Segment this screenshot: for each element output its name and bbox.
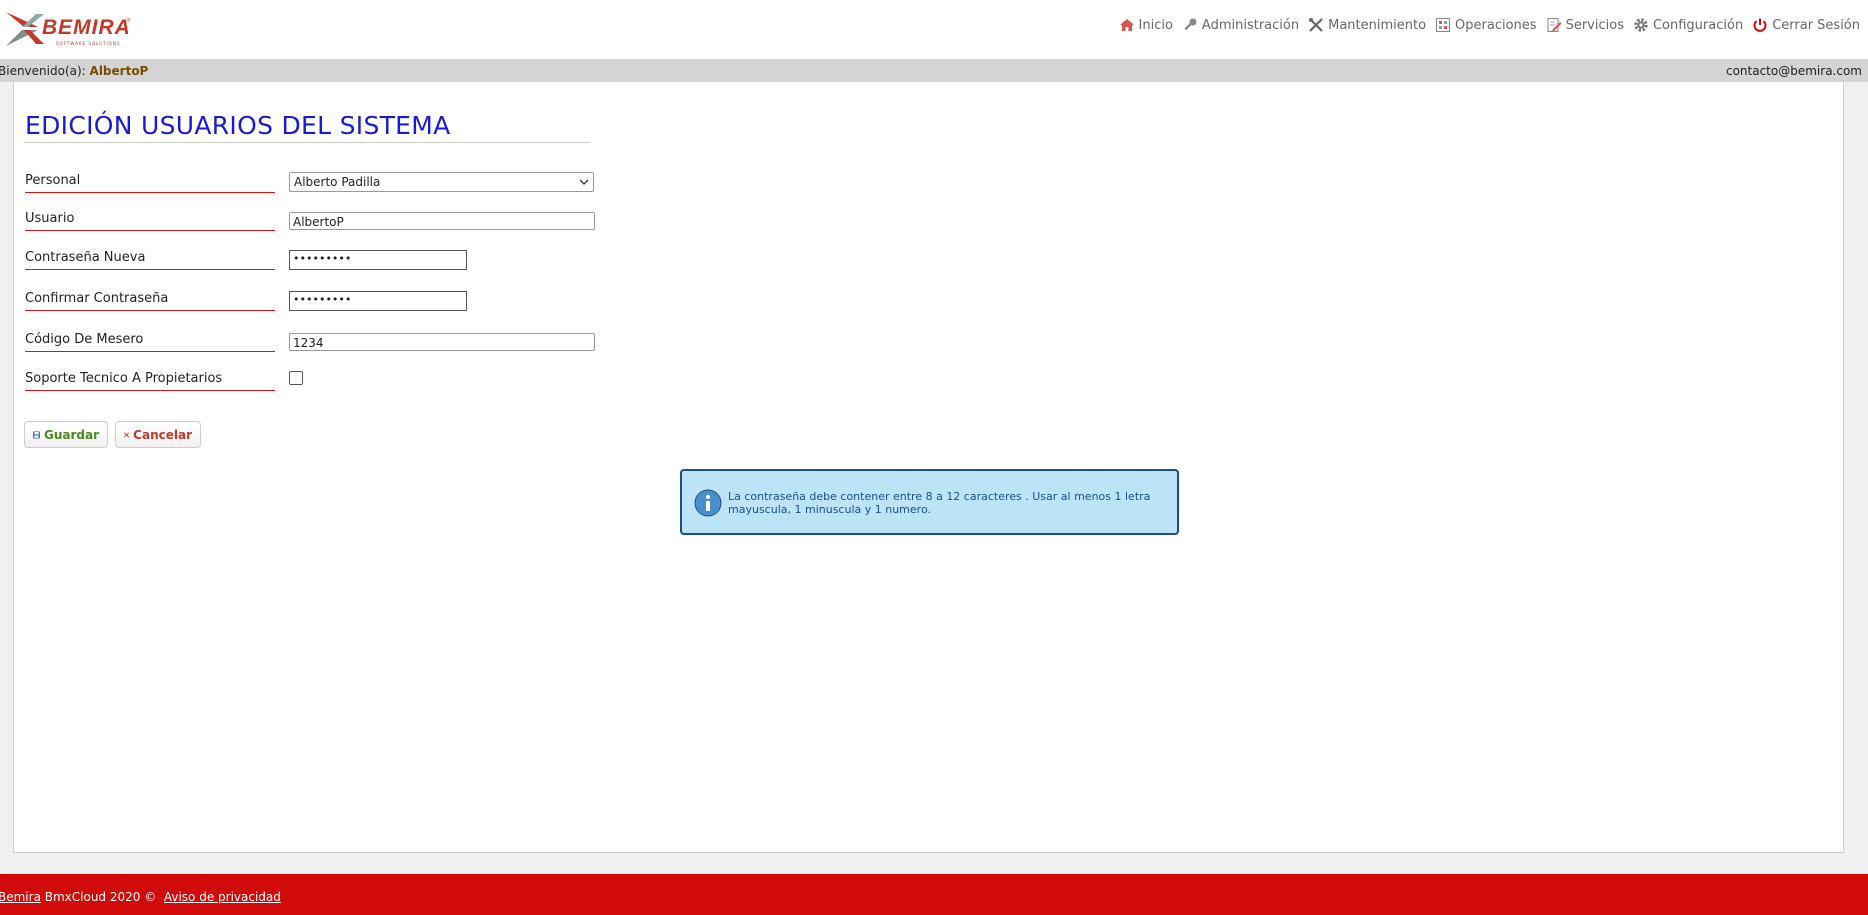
content-panel: EDICIÓN USUARIOS DEL SISTEMA Personal Al… bbox=[13, 82, 1844, 853]
save-button-label: Guardar bbox=[43, 427, 99, 442]
welcome-user: AlbertoP bbox=[89, 64, 149, 78]
nav-label: Mantenimiento bbox=[1328, 17, 1427, 33]
label-soporte: Soporte Tecnico A Propietarios bbox=[25, 371, 275, 391]
nav-administracion[interactable]: Administración bbox=[1182, 17, 1299, 33]
cancel-button[interactable]: Cancelar bbox=[115, 421, 201, 448]
nav-operaciones[interactable]: Operaciones bbox=[1435, 17, 1537, 33]
usuario-input[interactable]: AlbertoP bbox=[289, 212, 595, 230]
page-title: EDICIÓN USUARIOS DEL SISTEMA bbox=[25, 111, 590, 143]
nav-label: Inicio bbox=[1138, 17, 1173, 33]
bemira-x-mark-icon bbox=[6, 12, 44, 46]
brand-tagline: SOFTWARE SOLUTIONS bbox=[56, 41, 121, 46]
brand-registered-mark: ® bbox=[126, 18, 131, 24]
welcome-bar: Bienvenido(a): AlbertoP contacto@bemira.… bbox=[0, 59, 1868, 82]
password-info-box: La contraseña debe contener entre 8 a 12… bbox=[680, 469, 1179, 535]
nav-label: Cerrar Sesión bbox=[1772, 17, 1860, 33]
codigo-mesero-input[interactable]: 1234 bbox=[289, 333, 595, 351]
power-icon bbox=[1753, 18, 1767, 32]
personal-select[interactable]: Alberto Padilla bbox=[289, 172, 594, 192]
label-codigo: Código De Mesero bbox=[25, 332, 275, 352]
nav-inicio[interactable]: Inicio bbox=[1119, 17, 1173, 33]
nav-cerrar-sesion[interactable]: Cerrar Sesión bbox=[1752, 17, 1860, 33]
floppy-disk-icon bbox=[33, 431, 40, 438]
top-header: BEMIRA ® SOFTWARE SOLUTIONS Inicio Admin… bbox=[0, 0, 1868, 59]
nav-mantenimiento[interactable]: Mantenimiento bbox=[1308, 17, 1426, 33]
nav-label: Servicios bbox=[1565, 17, 1624, 33]
nav-label: Administración bbox=[1201, 17, 1300, 33]
grid-icon bbox=[1436, 18, 1451, 32]
chevron-down-icon bbox=[579, 179, 589, 185]
nav-servicios[interactable]: Servicios bbox=[1546, 17, 1624, 33]
label-personal: Personal bbox=[25, 173, 275, 193]
nav-label: Operaciones bbox=[1455, 17, 1537, 33]
gear-icon bbox=[1634, 18, 1648, 32]
home-icon bbox=[1119, 19, 1134, 31]
tools-icon bbox=[1309, 18, 1323, 32]
document-edit-icon bbox=[1547, 18, 1562, 32]
footer-text: Bemira BmxCloud 2020 © Aviso de privacid… bbox=[0, 890, 281, 904]
main-nav: Inicio Administración Mantenimiento Oper… bbox=[1110, 17, 1860, 33]
label-usuario: Usuario bbox=[25, 211, 275, 231]
close-icon bbox=[124, 432, 129, 437]
contact-email: contacto@bemira.com bbox=[1725, 64, 1862, 78]
soporte-checkbox[interactable] bbox=[289, 371, 303, 385]
bemira-logo[interactable]: BEMIRA ® SOFTWARE SOLUTIONS bbox=[4, 10, 134, 48]
save-button[interactable]: Guardar bbox=[24, 421, 108, 448]
cancel-button-label: Cancelar bbox=[133, 427, 192, 442]
privacy-link[interactable]: Aviso de privacidad bbox=[164, 890, 281, 904]
nav-label: Configuración bbox=[1652, 17, 1744, 33]
password-new-input[interactable]: ••••••••• bbox=[289, 250, 467, 270]
label-password-confirm: Confirmar Contraseña bbox=[25, 291, 275, 311]
label-password-new: Contraseña Nueva bbox=[25, 250, 275, 270]
nav-configuracion[interactable]: Configuración bbox=[1633, 17, 1743, 33]
password-confirm-input[interactable]: ••••••••• bbox=[289, 291, 467, 311]
footer-copyright: BmxCloud 2020 © bbox=[40, 890, 164, 904]
info-icon bbox=[694, 489, 722, 517]
key-icon bbox=[1184, 18, 1197, 31]
welcome-text: Bienvenido(a): AlbertoP bbox=[0, 64, 148, 78]
brand-name: BEMIRA bbox=[42, 16, 131, 39]
personal-select-value: Alberto Padilla bbox=[294, 175, 381, 189]
footer: Bemira BmxCloud 2020 © Aviso de privacid… bbox=[0, 874, 1868, 915]
welcome-prefix: Bienvenido(a): bbox=[0, 64, 86, 78]
footer-brand-link[interactable]: Bemira bbox=[0, 890, 41, 904]
info-message: La contraseña debe contener entre 8 a 12… bbox=[728, 490, 1151, 516]
